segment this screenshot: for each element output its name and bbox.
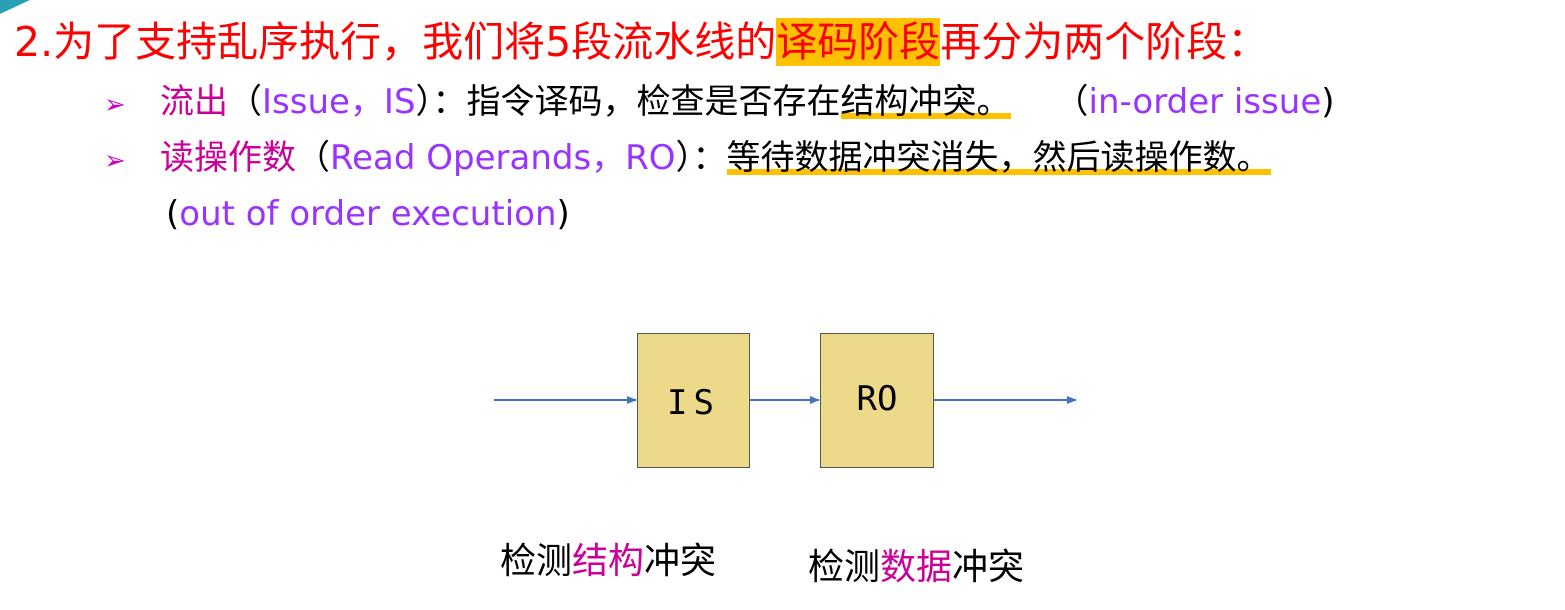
read-operands-stage-label: RO xyxy=(856,378,898,419)
caption-data-hazard: 检测数据冲突 xyxy=(808,542,1024,594)
caption-2-pre: 检测 xyxy=(808,547,881,588)
caption-1-post: 冲突 xyxy=(644,541,717,582)
caption-2-post: 冲突 xyxy=(952,547,1025,588)
caption-structural-hazard: 检测结构冲突 xyxy=(500,536,716,588)
caption-1-pre: 检测 xyxy=(500,541,573,582)
caption-1-key: 结构 xyxy=(572,541,645,582)
issue-stage-label: IS xyxy=(667,382,720,423)
read-operands-stage-box: RO xyxy=(820,333,934,468)
pipeline-diagram xyxy=(494,396,1077,404)
issue-stage-box: IS xyxy=(637,333,750,468)
caption-2-key: 数据 xyxy=(880,547,953,588)
